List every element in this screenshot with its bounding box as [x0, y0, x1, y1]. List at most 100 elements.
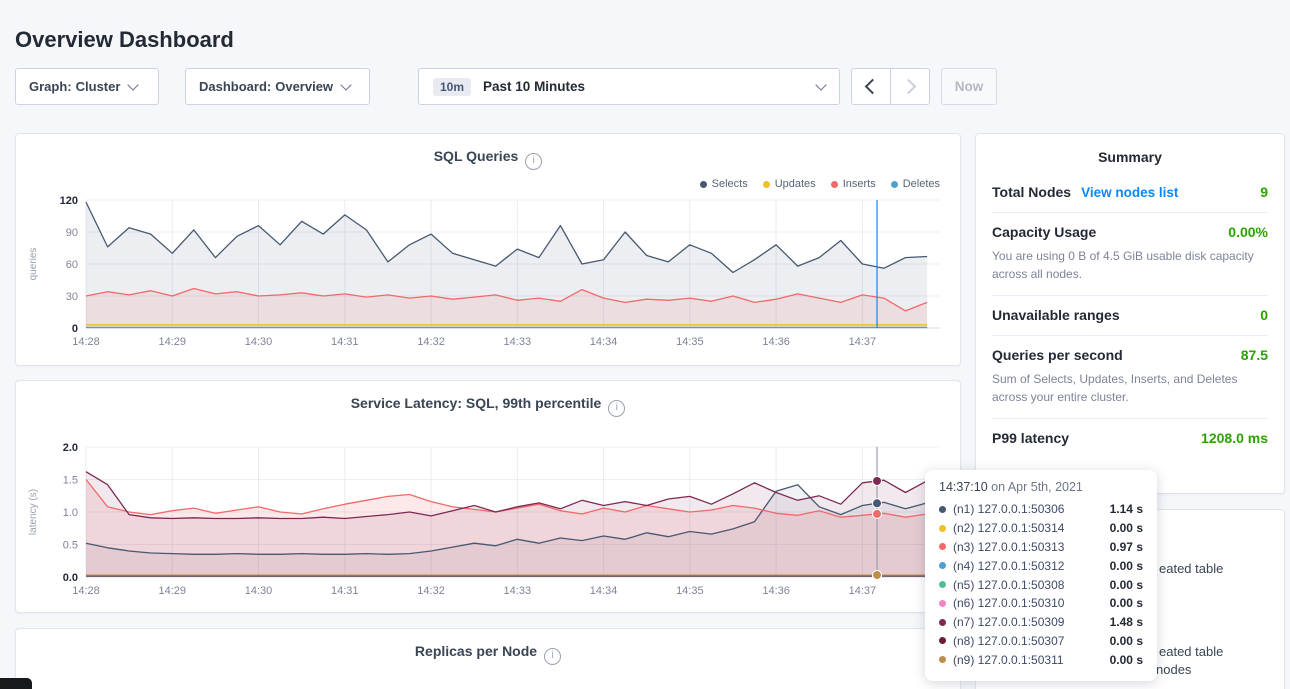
time-range-label: Past 10 Minutes: [483, 79, 585, 94]
now-button[interactable]: Now: [941, 68, 997, 105]
tooltip-rows: (n1) 127.0.0.1:503061.14 s(n2) 127.0.0.1…: [939, 500, 1143, 669]
y-axis-title: latency (s): [28, 489, 39, 535]
capacity-label: Capacity Usage: [992, 224, 1096, 240]
info-icon[interactable]: i: [544, 648, 561, 665]
graph-dropdown[interactable]: Graph: Cluster: [15, 68, 159, 105]
chart-legend: Selects Updates Inserts Deletes: [685, 178, 940, 190]
chart-title: Replicas per Node i: [16, 629, 960, 665]
tooltip-series-dot: [939, 525, 946, 532]
crosshair-dot: [873, 476, 882, 485]
event-item-fragment: eated table: [1159, 644, 1223, 659]
tooltip-series-dot: [939, 600, 946, 607]
y-tick-label: 0: [72, 323, 78, 335]
summary-title: Summary: [992, 134, 1268, 173]
chevron-down-icon: [815, 79, 826, 90]
info-icon[interactable]: i: [608, 400, 625, 417]
legend-dot: [831, 181, 838, 188]
chevron-down-icon: [128, 79, 139, 90]
x-tick-label: 14:34: [590, 585, 618, 597]
tooltip-row: (n5) 127.0.0.1:50308 0.00 s: [939, 575, 1143, 594]
x-tick-label: 14:37: [849, 336, 877, 348]
dashboard-dropdown[interactable]: Dashboard: Overview: [185, 68, 370, 105]
legend-item-selects[interactable]: Selects: [700, 178, 748, 190]
tooltip-row: (n4) 127.0.0.1:503120.00 s: [939, 556, 1143, 575]
time-prev-button[interactable]: [851, 68, 891, 105]
x-tick-label: 14:29: [158, 585, 186, 597]
latency-chart[interactable]: 0.00.51.01.52.014:2814:2914:3014:3114:32…: [24, 437, 954, 599]
latency-chart-card: Service Latency: SQL, 99th percentilei 0…: [15, 380, 961, 613]
tooltip-row: (n2) 127.0.0.1:503140.00 s: [939, 519, 1143, 538]
tooltip-node-label: (n5) 127.0.0.1:50308: [953, 578, 1103, 592]
time-range-selector[interactable]: 10m Past 10 Minutes: [418, 68, 840, 105]
tooltip-node-value: 0.00 s: [1110, 596, 1143, 610]
sql-queries-chart-card: SQL Queriesi Selects Updates Inserts Delete…: [15, 133, 961, 366]
legend-item-updates[interactable]: Updates: [763, 178, 816, 190]
qps-value: 87.5: [1241, 347, 1268, 363]
legend-item-inserts[interactable]: Inserts: [831, 178, 876, 190]
tooltip-time: 14:37:10: [939, 480, 988, 494]
y-tick-label: 60: [66, 259, 78, 271]
x-tick-label: 14:32: [417, 585, 445, 597]
x-tick-label: 14:33: [504, 585, 532, 597]
p99-value: 1208.0 ms: [1201, 430, 1268, 446]
tooltip-timestamp: 14:37:10 on Apr 5th, 2021: [939, 480, 1143, 494]
graph-dropdown-value: Cluster: [76, 79, 121, 94]
crosshair-dot: [873, 509, 882, 518]
summary-row-total-nodes: Total Nodes View nodes list 9: [992, 173, 1268, 213]
x-tick-label: 14:36: [762, 336, 790, 348]
tooltip-node-value: 1.48 s: [1110, 615, 1143, 629]
tooltip-node-label: (n1) 127.0.0.1:50306: [953, 502, 1103, 516]
y-tick-label: 1.5: [63, 475, 78, 487]
sql-queries-chart[interactable]: 030609012014:2814:2914:3014:3114:3214:33…: [24, 190, 954, 350]
x-tick-label: 14:31: [331, 336, 359, 348]
x-tick-label: 14:35: [676, 585, 704, 597]
qps-label: Queries per second: [992, 347, 1123, 363]
y-tick-label: 1.0: [63, 507, 78, 519]
page-title: Overview Dashboard: [15, 27, 234, 53]
x-tick-label: 14:32: [417, 336, 445, 348]
y-tick-label: 0.5: [63, 540, 78, 552]
chevron-down-icon: [340, 79, 351, 90]
time-range-badge: 10m: [433, 78, 471, 96]
x-tick-label: 14:33: [504, 336, 532, 348]
tooltip-series-dot: [939, 543, 946, 550]
tooltip-row: (n6) 127.0.0.1:503100.00 s: [939, 594, 1143, 613]
y-tick-label: 2.0: [63, 442, 78, 454]
total-nodes-label: Total Nodes: [992, 184, 1071, 200]
replicas-title: Replicas per Node: [415, 643, 537, 659]
tooltip-series-dot: [939, 656, 946, 663]
tooltip-node-value: 0.00 s: [1110, 578, 1143, 592]
chevron-right-icon: [901, 79, 917, 95]
legend-label: Deletes: [903, 178, 940, 190]
chart-title: SQL Queriesi: [16, 134, 960, 170]
capacity-value: 0.00%: [1228, 224, 1268, 240]
replicas-chart-card: Replicas per Node i: [15, 628, 961, 689]
tooltip-series-dot: [939, 637, 946, 644]
tooltip-row: (n3) 127.0.0.1:503130.97 s: [939, 538, 1143, 557]
y-axis-title: queries: [28, 248, 39, 281]
chart-hover-tooltip: 14:37:10 on Apr 5th, 2021 (n1) 127.0.0.1…: [925, 470, 1157, 681]
legend-label: Selects: [712, 178, 748, 190]
x-tick-label: 14:28: [72, 585, 100, 597]
summary-panel: Summary Total Nodes View nodes list 9 Ca…: [975, 133, 1285, 494]
tooltip-row: (n1) 127.0.0.1:503061.14 s: [939, 500, 1143, 519]
x-tick-label: 14:36: [762, 585, 790, 597]
tooltip-series-dot: [939, 506, 946, 513]
summary-row-capacity: Capacity Usage 0.00% You are using 0 B o…: [992, 213, 1268, 296]
view-nodes-list-link[interactable]: View nodes list: [1081, 185, 1178, 200]
crosshair-dot: [873, 571, 882, 580]
tooltip-node-value: 0.00 s: [1110, 559, 1143, 573]
legend-item-deletes[interactable]: Deletes: [891, 178, 940, 190]
chart-title: Service Latency: SQL, 99th percentilei: [16, 381, 960, 417]
event-item-fragment: nodes: [1156, 662, 1191, 677]
y-tick-label: 120: [60, 195, 78, 207]
time-next-button[interactable]: [890, 68, 930, 105]
x-tick-label: 14:29: [158, 336, 186, 348]
y-tick-label: 30: [66, 291, 78, 303]
tooltip-series-dot: [939, 619, 946, 626]
info-icon[interactable]: i: [525, 153, 542, 170]
legend-label: Updates: [775, 178, 816, 190]
tooltip-row: (n8) 127.0.0.1:503070.00 s: [939, 631, 1143, 650]
tooltip-node-label: (n7) 127.0.0.1:50309: [953, 615, 1103, 629]
legend-dot: [700, 181, 707, 188]
